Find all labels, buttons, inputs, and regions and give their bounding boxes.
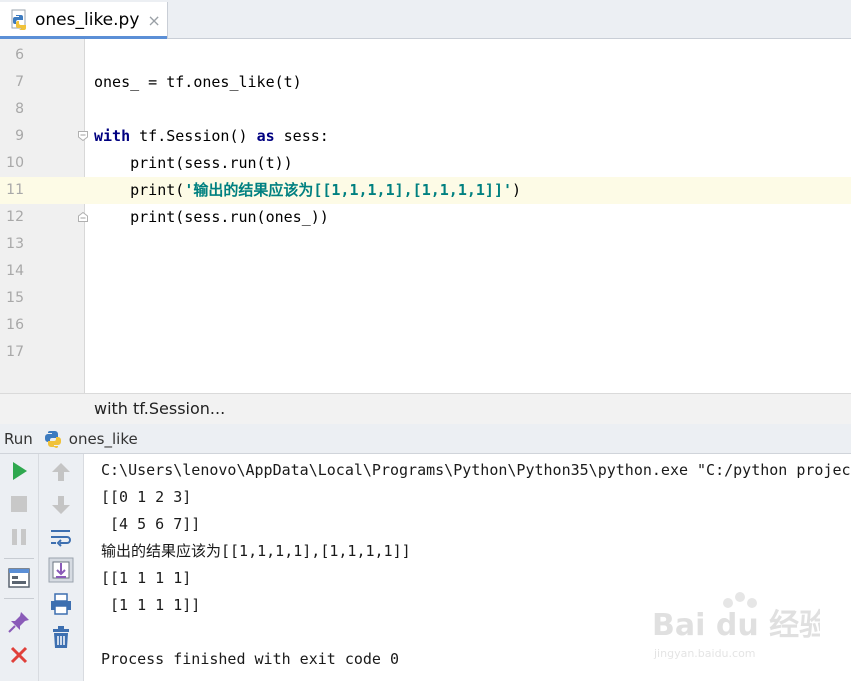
keyword: with xyxy=(94,127,131,145)
scroll-to-end-icon[interactable] xyxy=(48,557,74,583)
breadcrumb[interactable]: with tf.Session... xyxy=(0,393,851,425)
code-line: 6 xyxy=(0,42,851,69)
stop-icon[interactable] xyxy=(6,491,32,517)
console-line: C:\Users\lenovo\AppData\Local\Programs\P… xyxy=(101,461,851,479)
code-text: with tf.Session() as sess: xyxy=(94,123,329,150)
run-toolbar-secondary xyxy=(39,454,84,681)
code-segment: ) xyxy=(512,181,522,199)
rerun-icon[interactable] xyxy=(6,458,32,484)
code-line: 14 xyxy=(0,258,851,285)
code-text: print(sess.run(ones_)) xyxy=(94,208,329,226)
restore-layout-icon[interactable] xyxy=(6,565,32,591)
python-file-icon xyxy=(11,9,26,30)
line-number: 13 xyxy=(6,236,24,252)
code-editor[interactable]: 6 7 ones_ = tf.ones_like(t) 8 9 with tf.… xyxy=(0,39,851,393)
arrow-down-icon[interactable] xyxy=(48,492,74,518)
code-line: 13 xyxy=(0,231,851,258)
fold-end-icon[interactable] xyxy=(78,212,88,222)
close-icon[interactable]: × xyxy=(147,11,160,30)
watermark-brand: Bai du 经验 xyxy=(652,608,820,643)
code-line: 10 print(sess.run(t)) xyxy=(0,150,851,177)
code-segment: print( xyxy=(94,181,185,199)
python-icon xyxy=(44,430,61,448)
code-text: ones_ = tf.ones_like(t) xyxy=(94,73,302,91)
code-segment: tf.Session() xyxy=(130,127,257,145)
line-number: 12 xyxy=(6,209,24,225)
toolbar-separator xyxy=(4,598,34,599)
current-code-line: 11 print('输出的结果应该为[[1,1,1,1],[1,1,1,1]]'… xyxy=(0,177,851,204)
arrow-up-icon[interactable] xyxy=(48,459,74,485)
baidu-jingyan-watermark: Bai du 经验 jingyan.baidu.com xyxy=(652,592,820,660)
tab-ones-like[interactable]: ones_like.py × xyxy=(0,2,168,39)
line-number: 15 xyxy=(6,290,24,306)
run-panel-header: Run ones_like xyxy=(0,424,851,454)
tab-filename: ones_like.py xyxy=(35,10,140,30)
trash-icon[interactable] xyxy=(48,624,74,650)
line-number: 16 xyxy=(6,317,24,333)
line-number: 8 xyxy=(15,101,24,117)
fold-open-icon[interactable] xyxy=(78,131,88,141)
close-icon[interactable] xyxy=(6,642,32,668)
run-config-name[interactable]: ones_like xyxy=(69,430,138,448)
code-line: 17 xyxy=(0,339,851,366)
editor-tab-bar: ones_like.py × xyxy=(0,0,851,39)
pause-icon[interactable] xyxy=(6,524,32,550)
watermark-url: jingyan.baidu.com xyxy=(653,647,756,660)
code-segment: sess: xyxy=(274,127,329,145)
code-text: print(sess.run(t)) xyxy=(94,154,293,172)
code-line: 9 with tf.Session() as sess: xyxy=(0,123,851,150)
line-number: 10 xyxy=(6,155,24,171)
code-line: 12 print(sess.run(ones_)) xyxy=(0,204,851,231)
console-line: 输出的结果应该为[[1,1,1,1],[1,1,1,1]] xyxy=(101,542,411,560)
string-literal: '输出的结果应该为[[1,1,1,1],[1,1,1,1]]' xyxy=(184,181,513,199)
keyword: as xyxy=(256,127,275,145)
line-number: 17 xyxy=(6,344,24,360)
line-number: 7 xyxy=(15,74,24,90)
breadcrumb-item[interactable]: with tf.Session... xyxy=(94,399,225,418)
run-toolbar-primary xyxy=(0,454,39,681)
code-text: print('输出的结果应该为[[1,1,1,1],[1,1,1,1]]') xyxy=(94,177,521,204)
console-line: [4 5 6 7]] xyxy=(101,515,201,533)
code-line: 15 xyxy=(0,285,851,312)
line-number: 14 xyxy=(6,263,24,279)
print-icon[interactable] xyxy=(48,591,74,617)
line-number: 6 xyxy=(15,47,24,63)
code-line: 16 xyxy=(0,312,851,339)
toolbar-separator xyxy=(4,558,34,559)
pin-icon[interactable] xyxy=(6,609,32,635)
code-line: 7 ones_ = tf.ones_like(t) xyxy=(0,69,851,96)
line-number: 9 xyxy=(15,128,24,144)
line-number: 11 xyxy=(6,182,24,198)
run-panel-title: Run xyxy=(4,429,33,448)
console-line: [[0 1 2 3] xyxy=(101,488,192,506)
soft-wrap-icon[interactable] xyxy=(48,525,74,551)
code-line: 8 xyxy=(0,96,851,123)
